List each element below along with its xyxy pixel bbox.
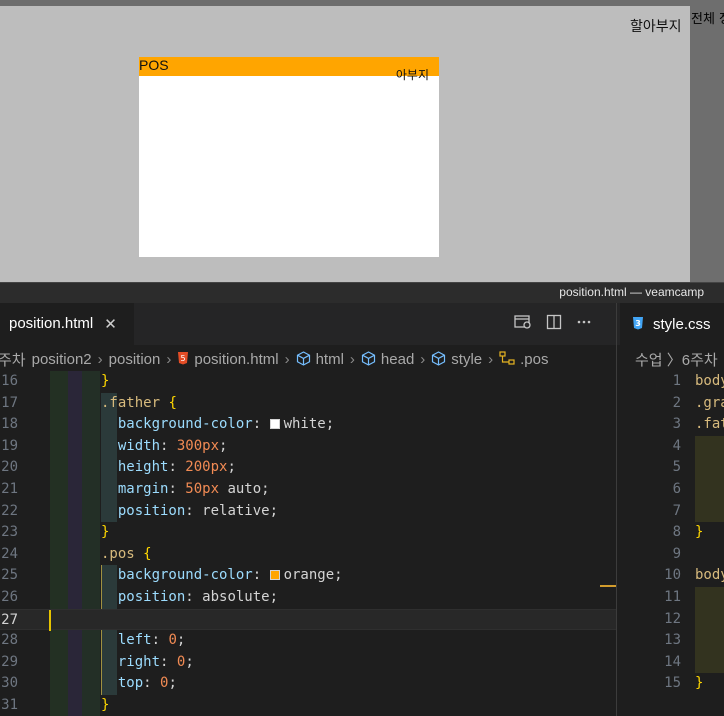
element-cube-icon	[361, 350, 376, 369]
code-line: 7	[672, 502, 681, 519]
code-line: 17 .father {	[1, 394, 177, 411]
css-file-icon: 3	[632, 316, 644, 333]
code-line: 25 background-color: orange;	[1, 567, 343, 584]
code-line: 28 left: 0;	[1, 632, 186, 649]
code-line: 18 background-color: white;	[1, 416, 335, 433]
tab-label: position.html	[9, 315, 94, 332]
right-panel-text: 전체 정	[691, 12, 724, 27]
code-line: 16}	[1, 373, 110, 389]
pos-label: POS	[139, 57, 169, 73]
code-line: 2.gra	[672, 394, 724, 411]
tab-position-html[interactable]: position.html ✕	[0, 303, 134, 345]
code-line: 23}	[1, 524, 110, 541]
breadcrumb-item[interactable]: position.html	[194, 351, 278, 368]
preview-top-right-text: 할아부지	[630, 19, 682, 35]
code-editor-style-css[interactable]: 1body 2.gra 3.fat 4 5 6 7 8} 9 10body 11…	[617, 371, 724, 716]
code-line: 12	[664, 610, 681, 627]
window-title: position.html — veamcamp	[559, 285, 704, 299]
pos-overlap-text: 아부지	[395, 68, 429, 82]
breadcrumb-item[interactable]: style	[451, 351, 482, 368]
breadcrumb-item[interactable]: position	[109, 351, 161, 368]
pos-box: POS 아부지	[139, 57, 439, 81]
browser-right-panel	[690, 0, 724, 282]
code-line: 21 margin: 50px auto;	[1, 481, 270, 497]
breadcrumb-right-text[interactable]: 수업 〉6주차	[635, 349, 718, 370]
element-cube-icon	[296, 350, 311, 369]
code-line: 30 top: 0;	[1, 675, 177, 692]
css-selector-icon	[499, 350, 515, 369]
more-actions-icon[interactable]	[576, 314, 592, 334]
code-line: 24 .pos {	[1, 545, 152, 562]
tab-label: style.css	[653, 315, 711, 333]
color-swatch-orange[interactable]	[269, 570, 280, 581]
svg-text:3: 3	[635, 319, 641, 328]
browser-preview: 전체 정 할아부지 POS 아부지	[0, 0, 724, 282]
element-cube-icon	[431, 350, 446, 369]
chevron-right-icon: ›	[420, 351, 426, 368]
breadcrumb-item[interactable]: head	[381, 351, 414, 368]
chevron-right-icon: ›	[166, 351, 172, 368]
split-editor-icon[interactable]	[546, 314, 562, 334]
code-line: 11	[664, 589, 681, 605]
html5-icon: 5	[177, 351, 189, 368]
svg-text:5: 5	[181, 354, 186, 363]
code-line: 14	[664, 653, 681, 670]
code-line: 6	[672, 481, 681, 497]
chevron-right-icon: ›	[97, 351, 103, 368]
breadcrumb-item[interactable]: html	[316, 351, 344, 368]
color-swatch-white[interactable]	[269, 419, 280, 430]
code-line: 1body	[672, 373, 724, 389]
browser-top-bar	[0, 0, 724, 6]
chevron-right-icon: ›	[349, 351, 355, 368]
code-editor-position-html[interactable]: 16} 17 .father { 18 background-color: whi…	[0, 371, 616, 716]
text-cursor	[49, 609, 51, 632]
current-code-line[interactable]: 27	[0, 608, 616, 632]
editor-title-bar: position.html — veamcamp	[0, 282, 724, 303]
breadcrumb: 주차 position2 › position › 5 position.htm…	[0, 345, 616, 371]
chevron-right-icon: ›	[488, 351, 494, 368]
open-preview-icon[interactable]	[514, 314, 532, 334]
code-line: 4	[672, 437, 681, 454]
breadcrumb-item[interactable]: .pos	[520, 351, 548, 368]
code-line: 8}	[672, 524, 704, 541]
code-line: 13	[664, 632, 681, 649]
code-line: 3.fat	[672, 416, 724, 433]
close-icon[interactable]: ✕	[104, 315, 117, 333]
code-line: 5	[672, 459, 681, 476]
code-line: 15}	[664, 675, 704, 692]
code-line: 29 right: 0;	[1, 653, 194, 670]
breadcrumb-right: 수업 〉6주차	[617, 345, 724, 371]
father-box: POS 아부지	[139, 57, 439, 257]
chevron-right-icon: ›	[284, 351, 290, 368]
code-line: 9	[672, 545, 681, 562]
scrollbar-marker[interactable]	[600, 585, 616, 587]
tab-style-css[interactable]: 3 style.css	[620, 303, 724, 345]
editor-actions	[514, 303, 592, 345]
code-line: 10body	[664, 567, 724, 584]
code-line: 22 position: relative;	[1, 502, 279, 519]
code-line: 19 width: 300px;	[1, 437, 228, 454]
code-line: 26 position: absolute;	[1, 589, 279, 605]
code-line: 20 height: 200px;	[1, 459, 236, 476]
breadcrumb-item[interactable]: position2	[32, 351, 92, 368]
breadcrumb-item[interactable]: 주차	[0, 349, 26, 370]
code-line: 31}	[1, 697, 110, 713]
